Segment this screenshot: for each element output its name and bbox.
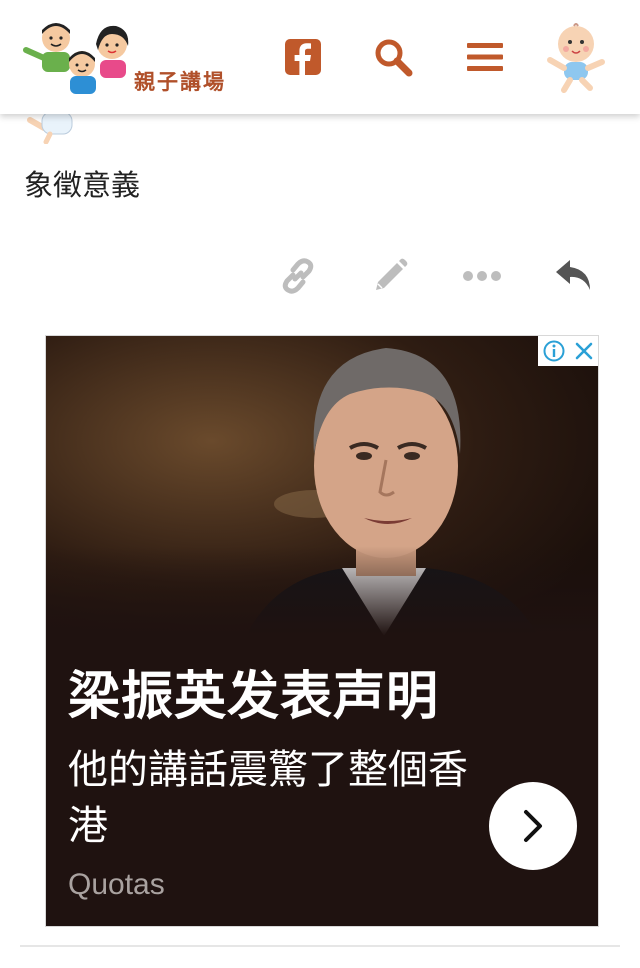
advertisement[interactable]: 梁振英发表声明 他的講話震驚了整個香港 Quotas	[45, 335, 599, 927]
facebook-icon[interactable]	[282, 36, 324, 78]
reply-icon[interactable]	[552, 254, 596, 298]
site-name: 親子講場	[134, 70, 226, 94]
post-author-avatar[interactable]	[26, 112, 82, 144]
baby-avatar-icon[interactable]	[544, 20, 606, 94]
search-icon[interactable]	[372, 36, 414, 78]
close-icon[interactable]	[574, 341, 594, 361]
post-actions	[0, 254, 640, 298]
ad-photo	[46, 336, 598, 636]
site-header: 親子講場	[0, 0, 640, 114]
menu-icon[interactable]	[464, 36, 506, 78]
post-body-text: 象徵意義	[24, 168, 141, 202]
ad-choices[interactable]	[538, 336, 598, 366]
link-icon[interactable]	[276, 254, 320, 298]
ad-next-button[interactable]	[489, 782, 577, 870]
divider	[20, 945, 620, 947]
ad-source[interactable]: Quotas	[68, 868, 165, 902]
more-icon[interactable]	[460, 254, 504, 298]
edit-icon[interactable]	[368, 254, 412, 298]
ad-title[interactable]: 梁振英发表声明	[68, 654, 439, 729]
site-logo[interactable]	[20, 16, 144, 96]
ad-description[interactable]: 他的講話震驚了整個香港	[68, 742, 468, 854]
info-icon[interactable]	[543, 340, 565, 362]
chevron-right-icon	[524, 810, 542, 842]
